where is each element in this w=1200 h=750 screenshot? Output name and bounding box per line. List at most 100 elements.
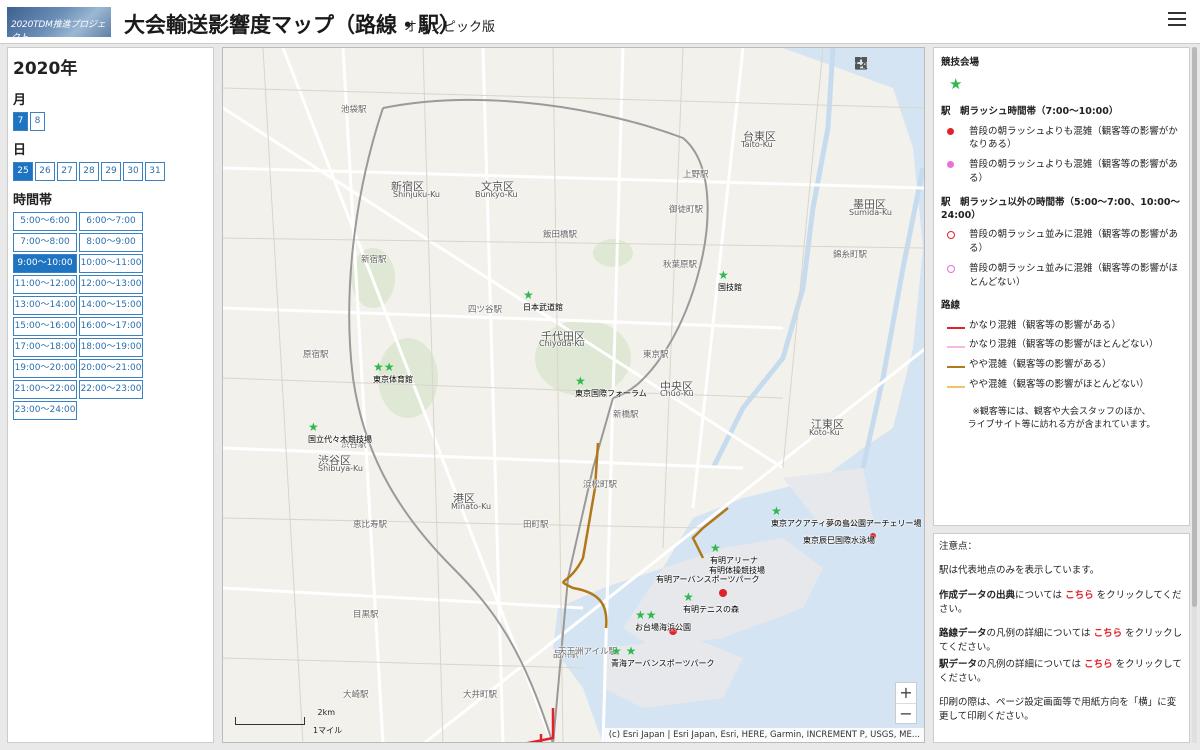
station-label: 秋葉原駅 [663,260,698,270]
legend-item: かなり混雑（観客等の影響がほとんどない） [947,338,1182,352]
station-data-link[interactable]: こちら [1084,659,1113,670]
time-button[interactable]: 20:00〜21:00 [79,359,143,378]
venue-marker[interactable]: ★ 国立代々木競技場 [308,420,372,445]
legend-item: 普段の朝ラッシュよりも混雑（観客等の影響がある） [947,158,1182,186]
venue-marker[interactable]: ★ 日本武道館 [523,288,563,313]
venue-marker[interactable]: ★ 有明テニスの森 [683,590,739,615]
time-button[interactable]: 9:00〜10:00 [13,254,77,273]
notes-print: 印刷の際は、ページ設定画面等で用紙方向を「横」に変更して印刷ください。 [939,697,1177,723]
pink-ring-icon [947,264,955,273]
venue-legend-heading: 競技会場 [941,57,980,68]
time-button[interactable]: 13:00〜14:00 [13,296,77,315]
line-data-link[interactable]: こちら [1094,628,1123,639]
venue-star-icon: ★ [523,288,534,302]
red-dot-icon [947,127,954,135]
station-label: 上野駅 [683,170,709,180]
time-button[interactable]: 10:00〜11:00 [79,254,143,273]
time-button[interactable]: 17:00〜18:00 [13,338,77,357]
time-button[interactable]: 12:00〜13:00 [79,275,143,294]
notes-source: 作成データの出典については こちら をクリックしてください。 [939,589,1182,615]
time-button[interactable]: 22:00〜23:00 [79,380,143,399]
orange-line-icon [947,385,965,388]
time-button[interactable]: 18:00〜19:00 [79,338,143,357]
month-button[interactable]: 7 [13,112,28,131]
day-button[interactable]: 26 [35,162,55,181]
notes-panel: 注意点： 駅は代表地点のみを表示しています。 作成データの出典については こちら… [933,533,1190,743]
venue-label: 東京国際フォーラム [575,389,647,398]
venue-marker[interactable]: ★ ★ 青海アーバンスポーツパーク [611,644,715,669]
pink-line-icon [947,346,965,349]
time-button[interactable]: 15:00〜16:00 [13,317,77,336]
time-button[interactable]: 19:00〜20:00 [13,359,77,378]
station-label: 東京駅 [643,350,669,360]
month-button[interactable]: 8 [30,112,45,131]
scrollbar[interactable] [1192,47,1197,743]
venue-star-icon: ★★ [373,360,395,374]
month-buttons: 78 [13,112,208,133]
line-legend-heading: 路線 [941,300,961,312]
scale-mile-label: 1マイル [313,726,343,735]
day-button[interactable]: 25 [13,162,33,181]
station-label: 池袋駅 [341,105,367,115]
time-button[interactable]: 8:00〜9:00 [79,233,143,252]
venue-label: 有明アリーナ [710,556,758,565]
legend-panel: 競技会場 ★ 駅 朝ラッシュ時間帯（7:00〜10:00） 普段の朝ラッシュより… [933,47,1190,526]
venue-label: 夢の島公園アーチェリー場 [826,519,922,528]
legend-item: やや混雑（観客等の影響がある） [947,358,1182,372]
ward-label: Minato-Ku [451,502,492,511]
ward-label: Taito-Ku [741,140,773,149]
venue-marker[interactable]: 東京辰巳国際水泳場 [803,535,875,546]
venue-label: 東京辰巳国際水泳場 [803,536,875,545]
zoom-in-button[interactable]: + [896,683,916,703]
venue-marker[interactable]: 有明アーバンスポーツパーク [656,574,760,585]
day-button[interactable]: 31 [145,162,165,181]
venue-star-icon: ★★ [635,608,657,622]
red-line-icon [947,326,965,329]
day-button[interactable]: 29 [101,162,121,181]
time-button[interactable]: 5:00〜6:00 [13,212,77,231]
venue-marker[interactable]: ★ 国技館 [718,268,742,293]
qr-code-icon[interactable] [855,56,912,70]
day-button[interactable]: 28 [79,162,99,181]
venue-label: お台場海浜公園 [635,623,691,632]
station-label: 目黒駅 [353,610,379,620]
venue-label: 日本武道館 [523,303,563,312]
time-button[interactable]: 16:00〜17:00 [79,317,143,336]
time-button[interactable]: 21:00〜22:00 [13,380,77,399]
time-button[interactable]: 14:00〜15:00 [79,296,143,315]
legend-item: やや混雑（観客等の影響がほとんどない） [947,378,1182,392]
station-label: 原宿駅 [303,350,329,360]
day-heading: 日 [13,143,27,158]
project-logo[interactable]: 2020TDM推進プロジェクト [7,7,111,43]
ward-label: Chiyoda-Ku [539,339,585,348]
time-button[interactable]: 6:00〜7:00 [79,212,143,231]
time-buttons: 5:00〜6:00 6:00〜7:00 7:00〜8:00 8:00〜9:00 9:00… [13,212,208,422]
day-buttons: 25 26 27 28 29 30 31 [13,162,208,183]
ward-label: Bunkyo-Ku [475,190,518,199]
venue-marker[interactable]: ★★ お台場海浜公園 [635,608,691,633]
venue-marker[interactable]: 夢の島公園アーチェリー場 [826,518,922,529]
source-link[interactable]: こちら [1065,590,1094,601]
hamburger-menu-icon[interactable] [1168,12,1186,28]
scrollbar-thumb[interactable] [1192,47,1197,607]
map-basemap [223,48,924,742]
nonrush-legend-heading: 駅 朝ラッシュ以外の時間帯（5:00〜7:00、10:00〜24:00） [941,196,1180,221]
filter-panel: 2020年 月 78 日 25 26 27 28 29 30 31 時間帯 5:00〜6:0… [7,47,214,743]
venue-label: 東京体育館 [373,375,413,384]
venue-marker[interactable]: ★★ 東京体育館 [373,360,413,385]
legend-item: 普段の朝ラッシュ並みに混雑（観客等の影響がほとんどない） [947,262,1182,290]
congestion-map[interactable]: 文京区 Bunkyo-Ku 台東区 Taito-Ku 墨田区 Sumida-Ku 新宿区 Sh… [222,47,925,743]
venue-star-icon: ★ [949,75,963,94]
venue-marker[interactable]: ★ 東京国際フォーラム [575,374,647,399]
time-button[interactable]: 23:00〜24:00 [13,401,77,420]
station-label: 恵比寿駅 [353,520,388,530]
venue-marker[interactable]: ★ 有明アリーナ [710,541,758,566]
station-label: 大井町駅 [463,690,498,700]
zoom-out-button[interactable]: − [896,703,916,723]
home-icon[interactable] [855,56,890,70]
time-button[interactable]: 11:00〜12:00 [13,275,77,294]
day-button[interactable]: 27 [57,162,77,181]
time-button[interactable]: 7:00〜8:00 [13,233,77,252]
pink-dot-icon [947,161,954,169]
day-button[interactable]: 30 [123,162,143,181]
